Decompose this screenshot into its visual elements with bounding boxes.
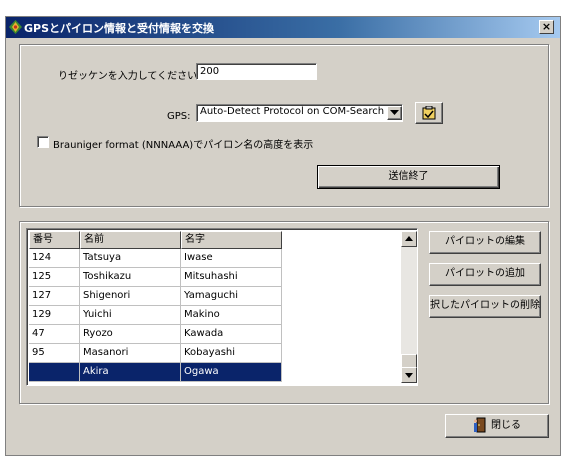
cell-first-name: Tatsuya [80,249,181,268]
column-header-first-name[interactable]: 名前 [80,231,181,249]
cell-last-name: Mitsuhashi [181,268,282,287]
gps-config-button[interactable] [415,102,443,124]
cell-first-name: Ryozo [80,325,181,344]
brauniger-label: Brauniger format (NNNAAA)でパイロン名の高度を表示 [53,140,314,151]
scroll-down-icon[interactable] [401,367,417,383]
cell-last-name: Kobayashi [181,344,282,363]
gps-select[interactable]: Auto-Detect Protocol on COM-Search [196,104,403,122]
cell-last-name: Makino [181,306,282,325]
scroll-thumb[interactable] [401,354,417,368]
cell-number: 47 [29,325,80,344]
door-exit-icon [474,417,486,433]
close-button[interactable]: 閉じる [445,414,549,438]
send-button-label: 送信終了 [388,171,429,182]
cell-number: 129 [29,306,80,325]
cell-first-name: Toshikazu [80,268,181,287]
cell-number: 125 [29,268,80,287]
edit-pilot-button[interactable]: パイロットの編集 [429,231,541,254]
gps-selected-value: Auto-Detect Protocol on COM-Search [200,106,385,117]
close-button-label: 閉じる [491,420,521,431]
edit-pilot-label: パイロットの編集 [445,236,525,247]
vertical-scrollbar[interactable] [401,231,417,383]
add-pilot-label: パイロットの追加 [445,268,525,279]
brauniger-checkbox[interactable] [37,136,49,148]
dialog-window: GPSとパイロン情報と受付情報を交換 × りゼッケンを入力してください GPS:… [5,16,561,456]
gps-label: GPS: [167,111,191,122]
zeccken-input[interactable] [196,63,317,80]
cell-first-name: Shigenori [80,287,181,306]
gps-config-icon [422,105,436,120]
cell-number [29,363,80,382]
cell-number: 127 [29,287,80,306]
zeccken-label: りゼッケンを入力してください [58,71,198,82]
cell-number: 124 [29,249,80,268]
column-header-last-name[interactable]: 名字 [181,231,282,249]
pilot-table[interactable]: 番号 名前 名字 124 Tatsuya Iwase 125 Toshikazu Mits… [26,228,418,386]
send-button[interactable]: 送信終了 [317,165,500,189]
delete-pilot-label: 選択したパイロットの削除 [429,300,540,311]
close-icon[interactable]: × [539,20,554,34]
cell-last-name: Ogawa [181,363,282,382]
scroll-up-icon[interactable] [401,231,417,247]
title-bar[interactable]: GPSとパイロン情報と受付情報を交換 × [6,17,560,38]
add-pilot-button[interactable]: パイロットの追加 [429,263,541,286]
cell-first-name: Akira [80,363,181,382]
cell-number: 95 [29,344,80,363]
dropdown-arrow-icon[interactable] [387,106,402,120]
cell-first-name: Yuichi [80,306,181,325]
window-title: GPSとパイロン情報と受付情報を交換 [24,22,215,35]
cell-last-name: Iwase [181,249,282,268]
cell-first-name: Masanori [80,344,181,363]
app-icon [9,20,22,34]
delete-selected-pilot-button[interactable]: 選択したパイロットの削除 [429,295,541,318]
column-header-number[interactable]: 番号 [29,231,80,249]
cell-last-name: Yamaguchi [181,287,282,306]
cell-last-name: Kawada [181,325,282,344]
